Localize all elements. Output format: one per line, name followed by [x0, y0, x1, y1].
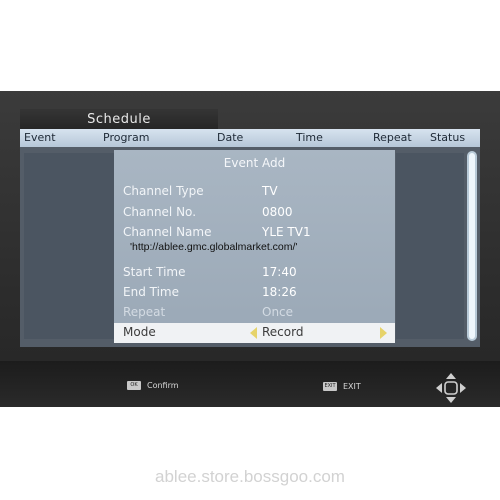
footer-bar: OK Confirm EXIT EXIT [0, 361, 500, 407]
row-value: YLE TV1 [262, 225, 311, 239]
scrollbar-thumb[interactable] [469, 153, 475, 339]
row-label: Repeat [123, 305, 166, 319]
row-label: Channel No. [123, 205, 197, 219]
exit-label[interactable]: EXIT [343, 382, 361, 391]
row-channel-no[interactable]: Channel No. 0800 [114, 203, 395, 223]
schedule-title: Schedule [20, 109, 218, 129]
row-value: 17:40 [262, 265, 297, 279]
dialog-title: Event Add [223, 156, 286, 170]
schedule-list-right-column [396, 153, 464, 339]
column-repeat: Repeat [373, 131, 412, 144]
arrow-right-icon[interactable] [380, 327, 387, 339]
row-value: 18:26 [262, 285, 297, 299]
row-start-time[interactable]: Start Time 17:40 [114, 263, 395, 283]
row-label: Channel Name [123, 225, 212, 239]
arrow-left-icon[interactable] [250, 327, 257, 339]
row-value: TV [262, 184, 278, 198]
row-channel-type[interactable]: Channel Type TV [114, 182, 395, 202]
row-mode[interactable]: Mode Record [114, 323, 395, 343]
row-label: Channel Type [123, 184, 204, 198]
schedule-list-left-column [24, 153, 116, 339]
row-repeat[interactable]: Repeat Once [114, 303, 395, 323]
row-value: Record [262, 325, 304, 339]
column-date: Date [217, 131, 244, 144]
row-value: 0800 [262, 205, 293, 219]
row-end-time[interactable]: End Time 18:26 [114, 283, 395, 303]
exit-key-icon: EXIT [323, 382, 337, 391]
column-time: Time [296, 131, 323, 144]
ok-key-icon: OK [127, 381, 141, 390]
navigation-cross-icon [436, 373, 466, 403]
row-label: End Time [123, 285, 179, 299]
column-status: Status [430, 131, 466, 144]
schedule-column-header: Event Program Date Time Repeat Status [20, 129, 480, 147]
column-program: Program [103, 131, 150, 144]
watermark-text: ablee.store.bossgoo.com [155, 467, 345, 486]
overlay-url-text: 'http://ablee.gmc.globalmarket.com/' [130, 241, 298, 253]
confirm-label[interactable]: Confirm [147, 381, 179, 390]
column-event: Event [24, 131, 56, 144]
row-value: Once [262, 305, 294, 319]
scrollbar[interactable] [467, 151, 477, 341]
row-channel-name[interactable]: Channel Name YLE TV1 [114, 223, 395, 243]
row-label: Mode [123, 325, 156, 339]
row-label: Start Time [123, 265, 186, 279]
